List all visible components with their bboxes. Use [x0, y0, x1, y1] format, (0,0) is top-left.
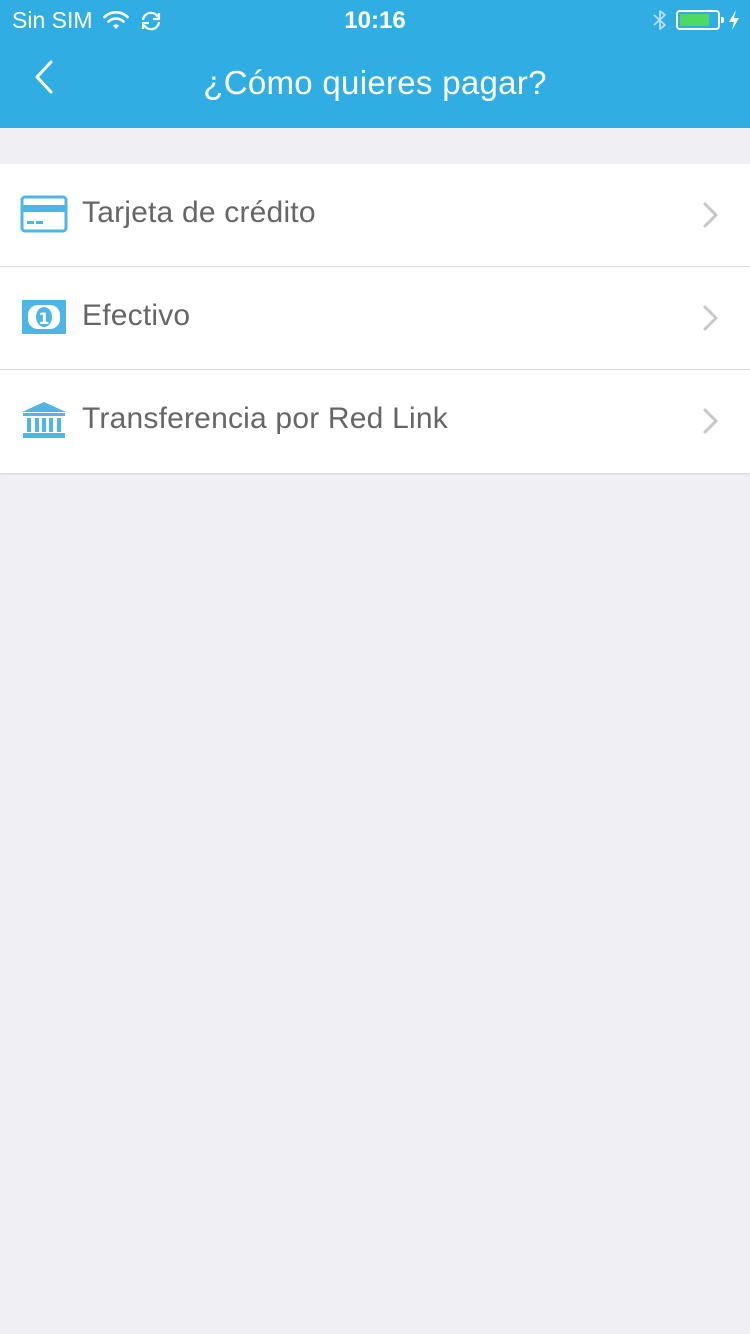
battery-icon	[676, 10, 724, 30]
chevron-right-icon	[703, 408, 718, 434]
payment-option-label: Efectivo	[82, 299, 191, 332]
charging-icon	[729, 10, 739, 30]
banknote-icon: 1	[22, 300, 66, 334]
status-time: 10:16	[344, 7, 406, 34]
banknote-digit: 1	[38, 309, 49, 328]
payment-option-bank-transfer[interactable]: Transferencia por Red Link	[0, 370, 750, 473]
credit-card-icon	[20, 195, 68, 233]
status-bar: Sin SIM 10:16	[0, 0, 750, 40]
app-header: Sin SIM 10:16 ¿Cómo quieres pagar?	[0, 0, 750, 128]
bluetooth-icon	[653, 10, 666, 30]
chevron-right-icon	[703, 202, 718, 228]
page-title: ¿Cómo quieres pagar?	[203, 64, 547, 101]
battery-level	[680, 14, 709, 26]
payment-option-label: Transferencia por Red Link	[82, 402, 448, 435]
chevron-right-icon	[703, 305, 718, 331]
payment-option-cash[interactable]: 1 Efectivo	[0, 267, 750, 370]
bank-icon	[22, 402, 66, 438]
payment-option-credit-card[interactable]: Tarjeta de crédito	[0, 164, 750, 267]
payment-method-list: Tarjeta de crédito 1 Efectivo Transferen…	[0, 164, 750, 473]
status-right-group	[652, 8, 740, 32]
payment-option-label: Tarjeta de crédito	[82, 196, 316, 229]
navigation-bar: ¿Cómo quieres pagar?	[0, 40, 750, 128]
